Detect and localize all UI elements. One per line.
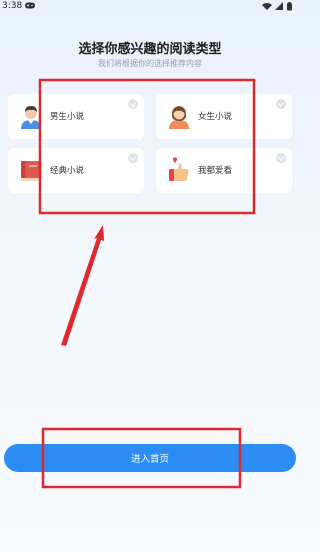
genre-label-female: 女生小说 [198,112,233,122]
signal-icon [275,2,283,10]
check-circle-icon [276,153,286,163]
genre-label-classic: 经典小说 [50,166,85,176]
genre-card-female[interactable]: 女生小说 [156,94,292,139]
female-avatar-icon [169,106,189,129]
gamepad-icon [25,2,35,9]
battery-icon [287,2,292,11]
status-bar: 3:38 [0,0,300,14]
book-icon [21,161,41,181]
genre-label-all: 我都爱看 [198,166,233,176]
male-avatar-icon [21,106,41,129]
annotation-arrow [61,225,104,346]
wifi-icon [262,3,272,10]
genre-card-classic[interactable]: 经典小说 [8,148,144,193]
status-icons [262,2,292,11]
genre-card-male[interactable]: 男生小说 [8,94,144,139]
genre-card-all[interactable]: 我都爱看 [156,148,292,193]
thumbs-up-heart-icon [169,157,189,181]
status-time: 3:38 [2,1,23,11]
check-circle-icon [128,153,138,163]
enter-home-button[interactable]: 进入首页 [4,444,296,472]
genre-label-male: 男生小说 [50,112,85,122]
check-circle-icon [276,99,286,109]
page-subtitle: 我们将根据你的选择推荐内容 [98,59,202,68]
page-title: 选择你感兴趣的阅读类型 [78,42,222,57]
check-circle-icon [128,99,138,109]
